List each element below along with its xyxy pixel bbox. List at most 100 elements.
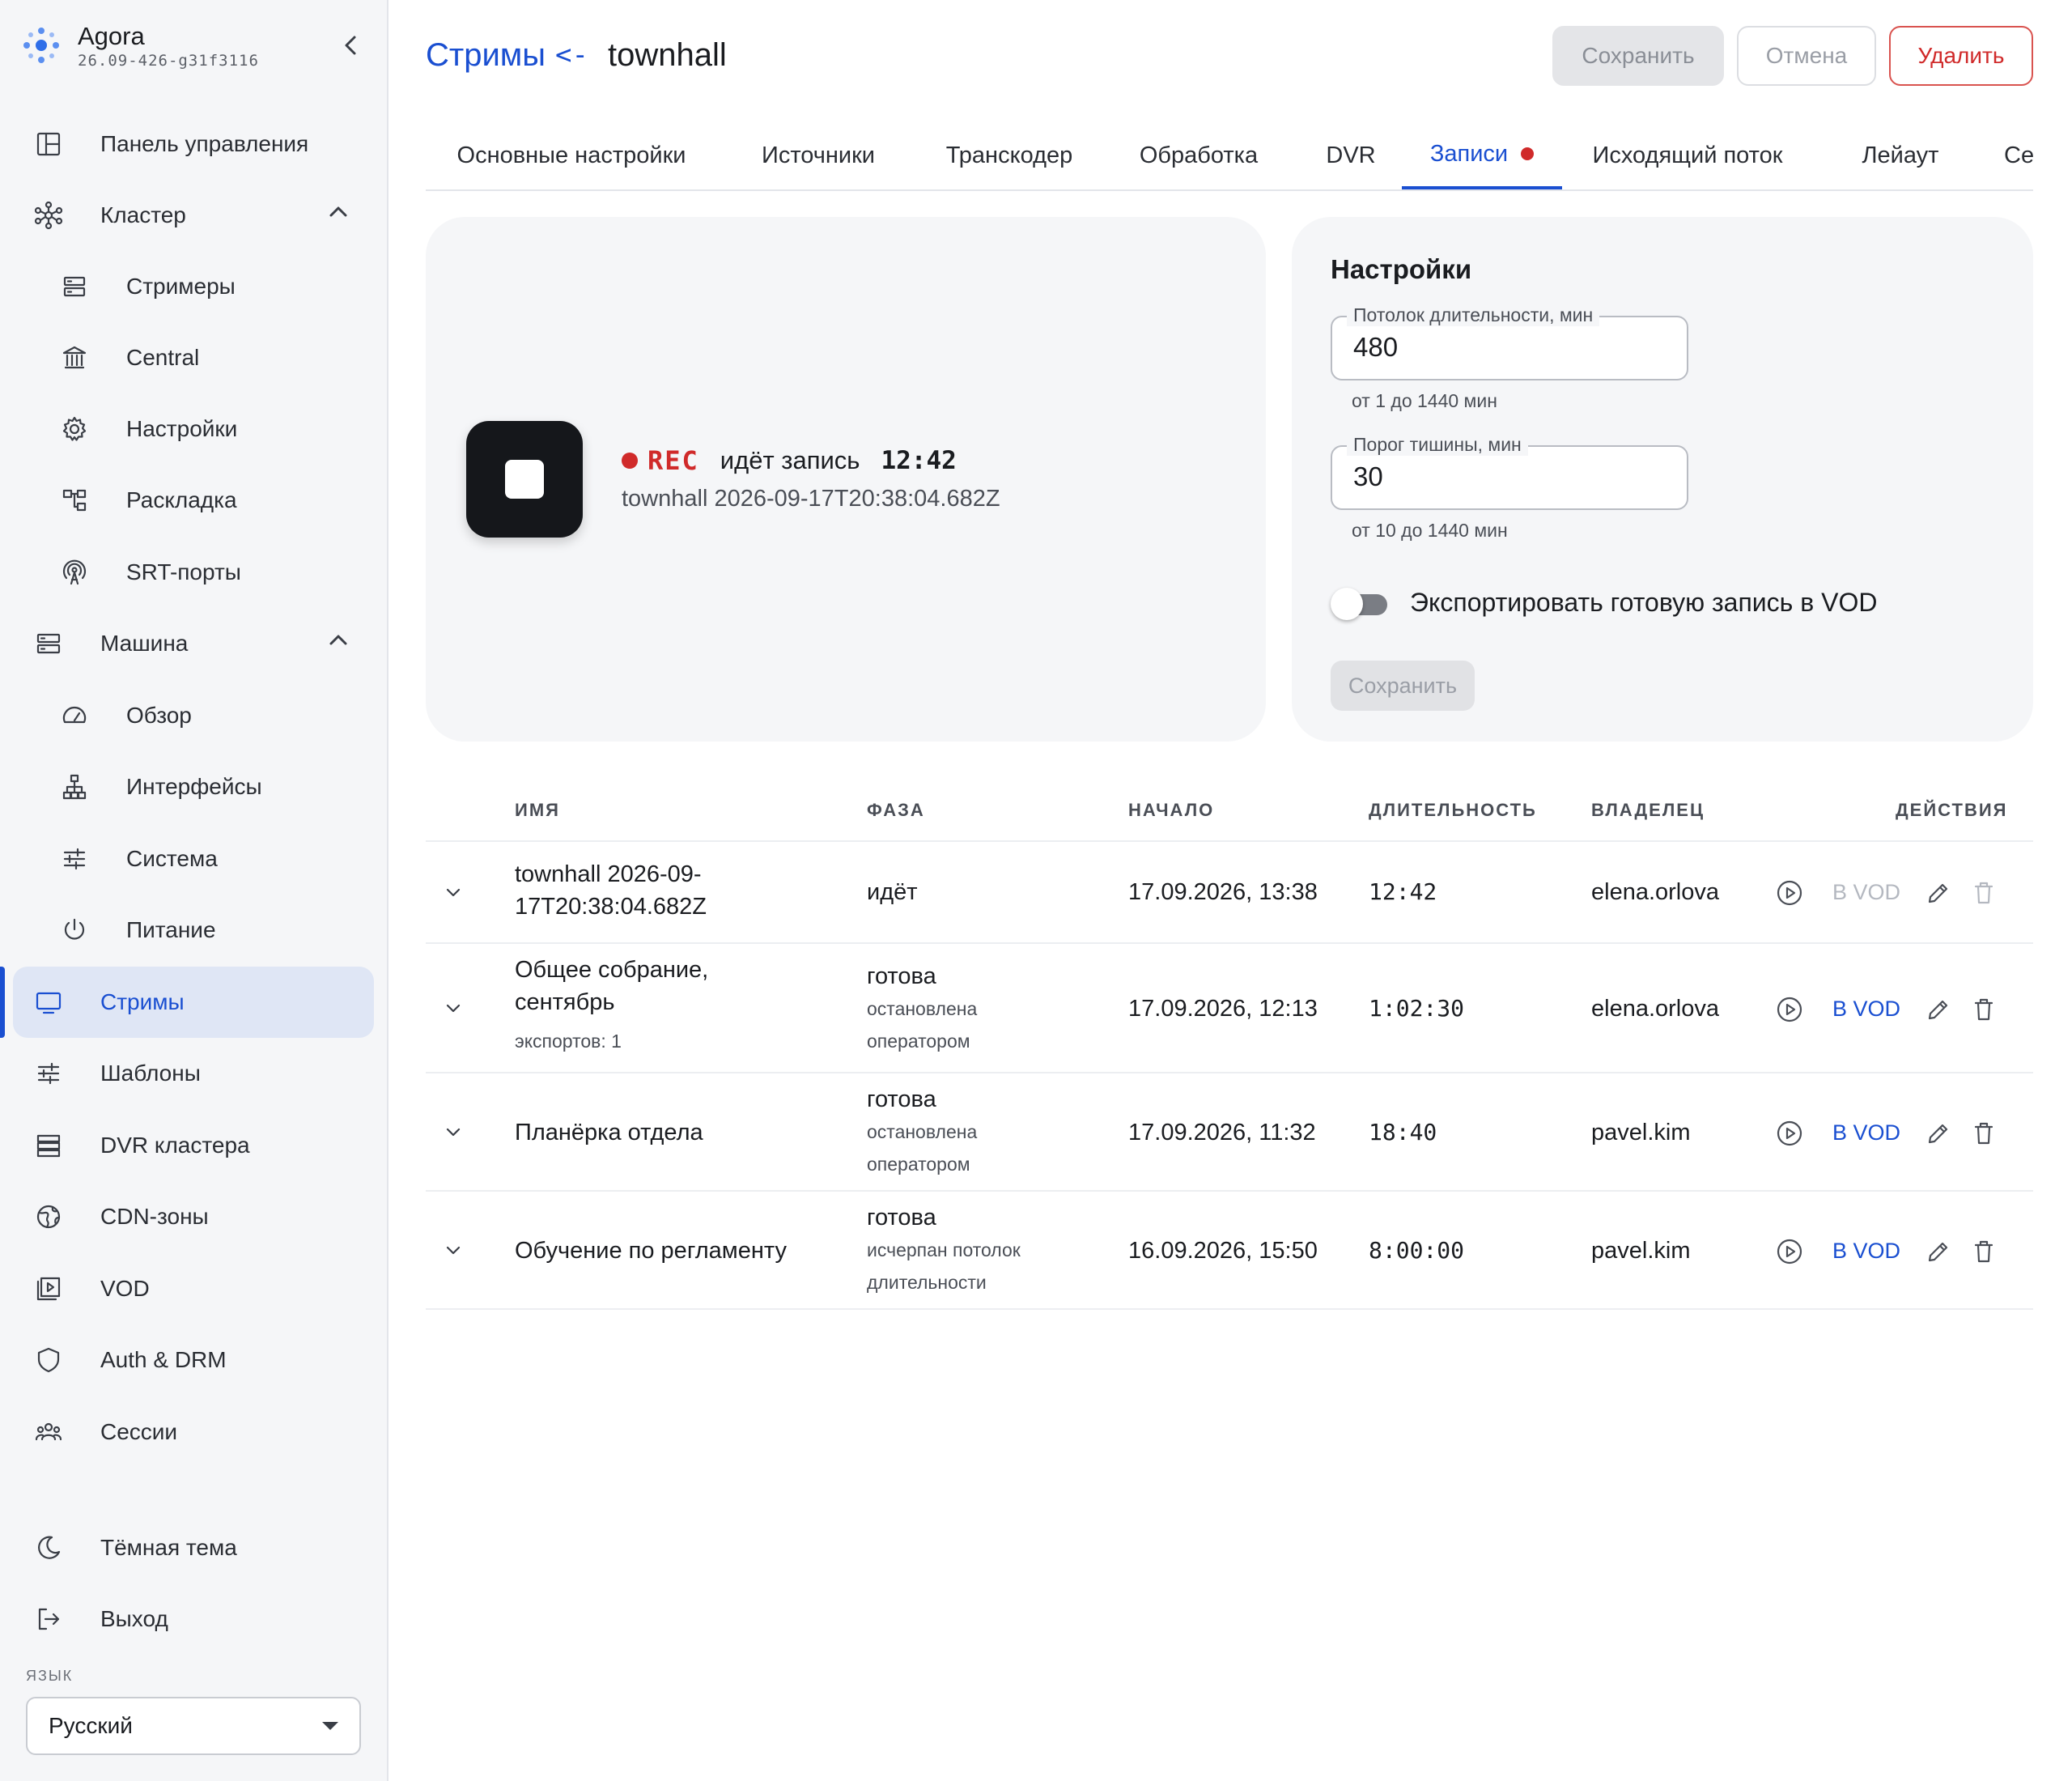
tab-sources[interactable]: Источники — [732, 121, 905, 189]
edit-button[interactable] — [1923, 878, 1954, 908]
silence-threshold-label: Порог тишины, мин — [1347, 434, 1528, 456]
table-row[interactable]: Обучение по регламенту готова исчерпан п… — [426, 1192, 2033, 1310]
duration-cap-value[interactable]: 480 — [1353, 332, 1398, 363]
sidebar-item-streams[interactable]: Стримы — [13, 967, 374, 1038]
recording-phase: готова — [867, 963, 936, 989]
export-vod-link[interactable]: В VOD — [1832, 1235, 1900, 1267]
silence-threshold-value[interactable]: 30 — [1353, 461, 1383, 492]
export-vod-link[interactable]: В VOD — [1832, 993, 1900, 1025]
delete-row-button[interactable] — [1968, 878, 1999, 908]
sidebar-item-label: Стримы — [100, 989, 185, 1014]
sidebar-item-overview[interactable]: Обзор — [13, 680, 374, 751]
sidebar-item-vod[interactable]: VOD — [13, 1253, 374, 1324]
table-header: ИМЯ ФАЗА НАЧАЛО ДЛИТЕЛЬНОСТЬ ВЛАДЕЛЕЦ ДЕ… — [426, 785, 2033, 842]
play-button[interactable] — [1774, 994, 1805, 1025]
sidebar-item-label: Стримеры — [126, 274, 236, 299]
pencil-icon — [1928, 1000, 1948, 1020]
recording-phase: идёт — [867, 879, 918, 905]
chevron-down-icon[interactable] — [439, 1118, 468, 1147]
sidebar-item-machine[interactable]: Машина — [13, 608, 374, 679]
moon-icon — [38, 1536, 61, 1559]
breadcrumb-arrow: <- — [555, 39, 588, 71]
recording-duration: 1:02:30 — [1369, 995, 1465, 1022]
theme-toggle[interactable]: Тёмная тема — [13, 1512, 374, 1583]
tab-transcoder[interactable]: Транскодер — [919, 121, 1099, 189]
chevron-down-icon[interactable] — [439, 994, 468, 1023]
page-title: townhall — [608, 36, 727, 73]
edit-button[interactable] — [1923, 994, 1954, 1025]
tab-layout[interactable]: Лейаут — [1819, 121, 1981, 189]
duration-cap-field[interactable]: Потолок длительности, мин 480 — [1331, 304, 1688, 380]
sidebar-item-label: Настройки — [126, 416, 238, 441]
sidebar-item-settings[interactable]: Настройки — [13, 393, 374, 465]
play-button[interactable] — [1774, 1118, 1805, 1149]
sidebar-item-cluster[interactable]: Кластер — [13, 180, 374, 251]
stop-recording-button[interactable] — [466, 421, 583, 538]
collapse-sidebar-button[interactable] — [333, 28, 369, 63]
sidebar-item-auth-drm[interactable]: Auth & DRM — [13, 1324, 374, 1396]
sidebar-item-label: Central — [126, 345, 200, 370]
sidebar-item-dashboard[interactable]: Панель управления — [13, 108, 374, 180]
recording-timer: 12:42 — [881, 446, 957, 475]
settings-title: Настройки — [1331, 254, 1472, 284]
delete-button[interactable]: Удалить — [1889, 26, 2033, 86]
chevron-down-icon[interactable] — [439, 878, 468, 908]
tab-dvr[interactable]: DVR — [1300, 121, 1402, 189]
tab-processing[interactable]: Обработка — [1114, 121, 1284, 189]
duration-cap-hint: от 1 до 1440 мин — [1352, 390, 1497, 411]
sidebar-item-label: DVR кластера — [100, 1133, 250, 1158]
play-circle-icon — [1777, 1239, 1802, 1265]
sidebar-item-templates[interactable]: Шаблоны — [13, 1038, 374, 1109]
recording-name-line: Планёрка отдела — [515, 1120, 703, 1146]
trash-icon — [1974, 1240, 1993, 1263]
tab-sessions[interactable]: Сессии — [1991, 121, 2033, 189]
sidebar-item-system[interactable]: Система — [13, 823, 374, 895]
cancel-button[interactable]: Отмена — [1737, 26, 1876, 86]
silence-threshold-field[interactable]: Порог тишины, мин 30 — [1331, 434, 1688, 510]
sliders-icon — [63, 848, 86, 870]
chevron-down-icon[interactable] — [439, 1236, 468, 1265]
language-select[interactable]: Русский — [26, 1697, 361, 1755]
column-header: ВЛАДЕЛЕЦ — [1591, 800, 1705, 820]
table-row[interactable]: townhall 2026-09- 17T20:38:04.682Z идёт … — [426, 842, 2033, 944]
edit-button[interactable] — [1923, 1118, 1954, 1149]
tab-output[interactable]: Исходящий поток — [1562, 121, 1813, 189]
save-button[interactable]: Сохранить — [1552, 26, 1724, 86]
delete-row-button[interactable] — [1968, 1118, 1999, 1149]
recording-owner: elena.orlova — [1591, 996, 1719, 1022]
breadcrumb-streams-link[interactable]: Стримы — [426, 37, 546, 74]
sidebar-item-label: CDN-зоны — [100, 1204, 209, 1229]
table-row[interactable]: Общее собрание, сентябрь экспортов: 1 го… — [426, 944, 2033, 1073]
chevron-left-icon — [345, 36, 356, 55]
sidebar-item-cdn-zones[interactable]: CDN-зоны — [13, 1181, 374, 1252]
sidebar-item-power[interactable]: Питание — [13, 895, 374, 966]
trash-icon — [1974, 1122, 1993, 1145]
sidebar-item-streamers[interactable]: Стримеры — [13, 251, 374, 322]
sidebar-item-layout[interactable]: Раскладка — [13, 465, 374, 536]
sidebar-item-label: Раскладка — [126, 487, 237, 512]
edit-button[interactable] — [1923, 1236, 1954, 1267]
sidebar-item-label: Кластер — [100, 202, 186, 227]
export-vod-toggle[interactable] — [1331, 588, 1387, 620]
play-button[interactable] — [1774, 1236, 1805, 1267]
tab-recordings[interactable]: Записи — [1402, 121, 1562, 189]
sidebar-item-cluster-dvr[interactable]: DVR кластера — [13, 1110, 374, 1181]
tab-general[interactable]: Основные настройки — [426, 121, 717, 189]
table-row[interactable]: Планёрка отдела готова остановлена опера… — [426, 1073, 2033, 1192]
export-vod-link[interactable]: В VOD — [1832, 876, 1900, 908]
recording-phase-note: остановлена — [867, 1121, 978, 1142]
sidebar-item-interfaces[interactable]: Интерфейсы — [13, 751, 374, 822]
globe-icon — [36, 1205, 61, 1229]
caret-down-icon — [322, 1722, 338, 1730]
delete-row-button[interactable] — [1968, 994, 1999, 1025]
settings-save-button[interactable]: Сохранить — [1331, 661, 1475, 711]
sidebar-item-srt-ports[interactable]: SRT-порты — [13, 537, 374, 608]
antenna-icon — [62, 559, 87, 585]
delete-row-button[interactable] — [1968, 1236, 1999, 1267]
export-vod-link[interactable]: В VOD — [1832, 1116, 1900, 1149]
duration-cap-label: Потолок длительности, мин — [1347, 304, 1600, 326]
play-button[interactable] — [1774, 878, 1805, 908]
logout-button[interactable]: Выход — [13, 1583, 374, 1655]
sidebar-item-sessions[interactable]: Сессии — [13, 1396, 374, 1468]
sidebar-item-central[interactable]: Central — [13, 322, 374, 393]
